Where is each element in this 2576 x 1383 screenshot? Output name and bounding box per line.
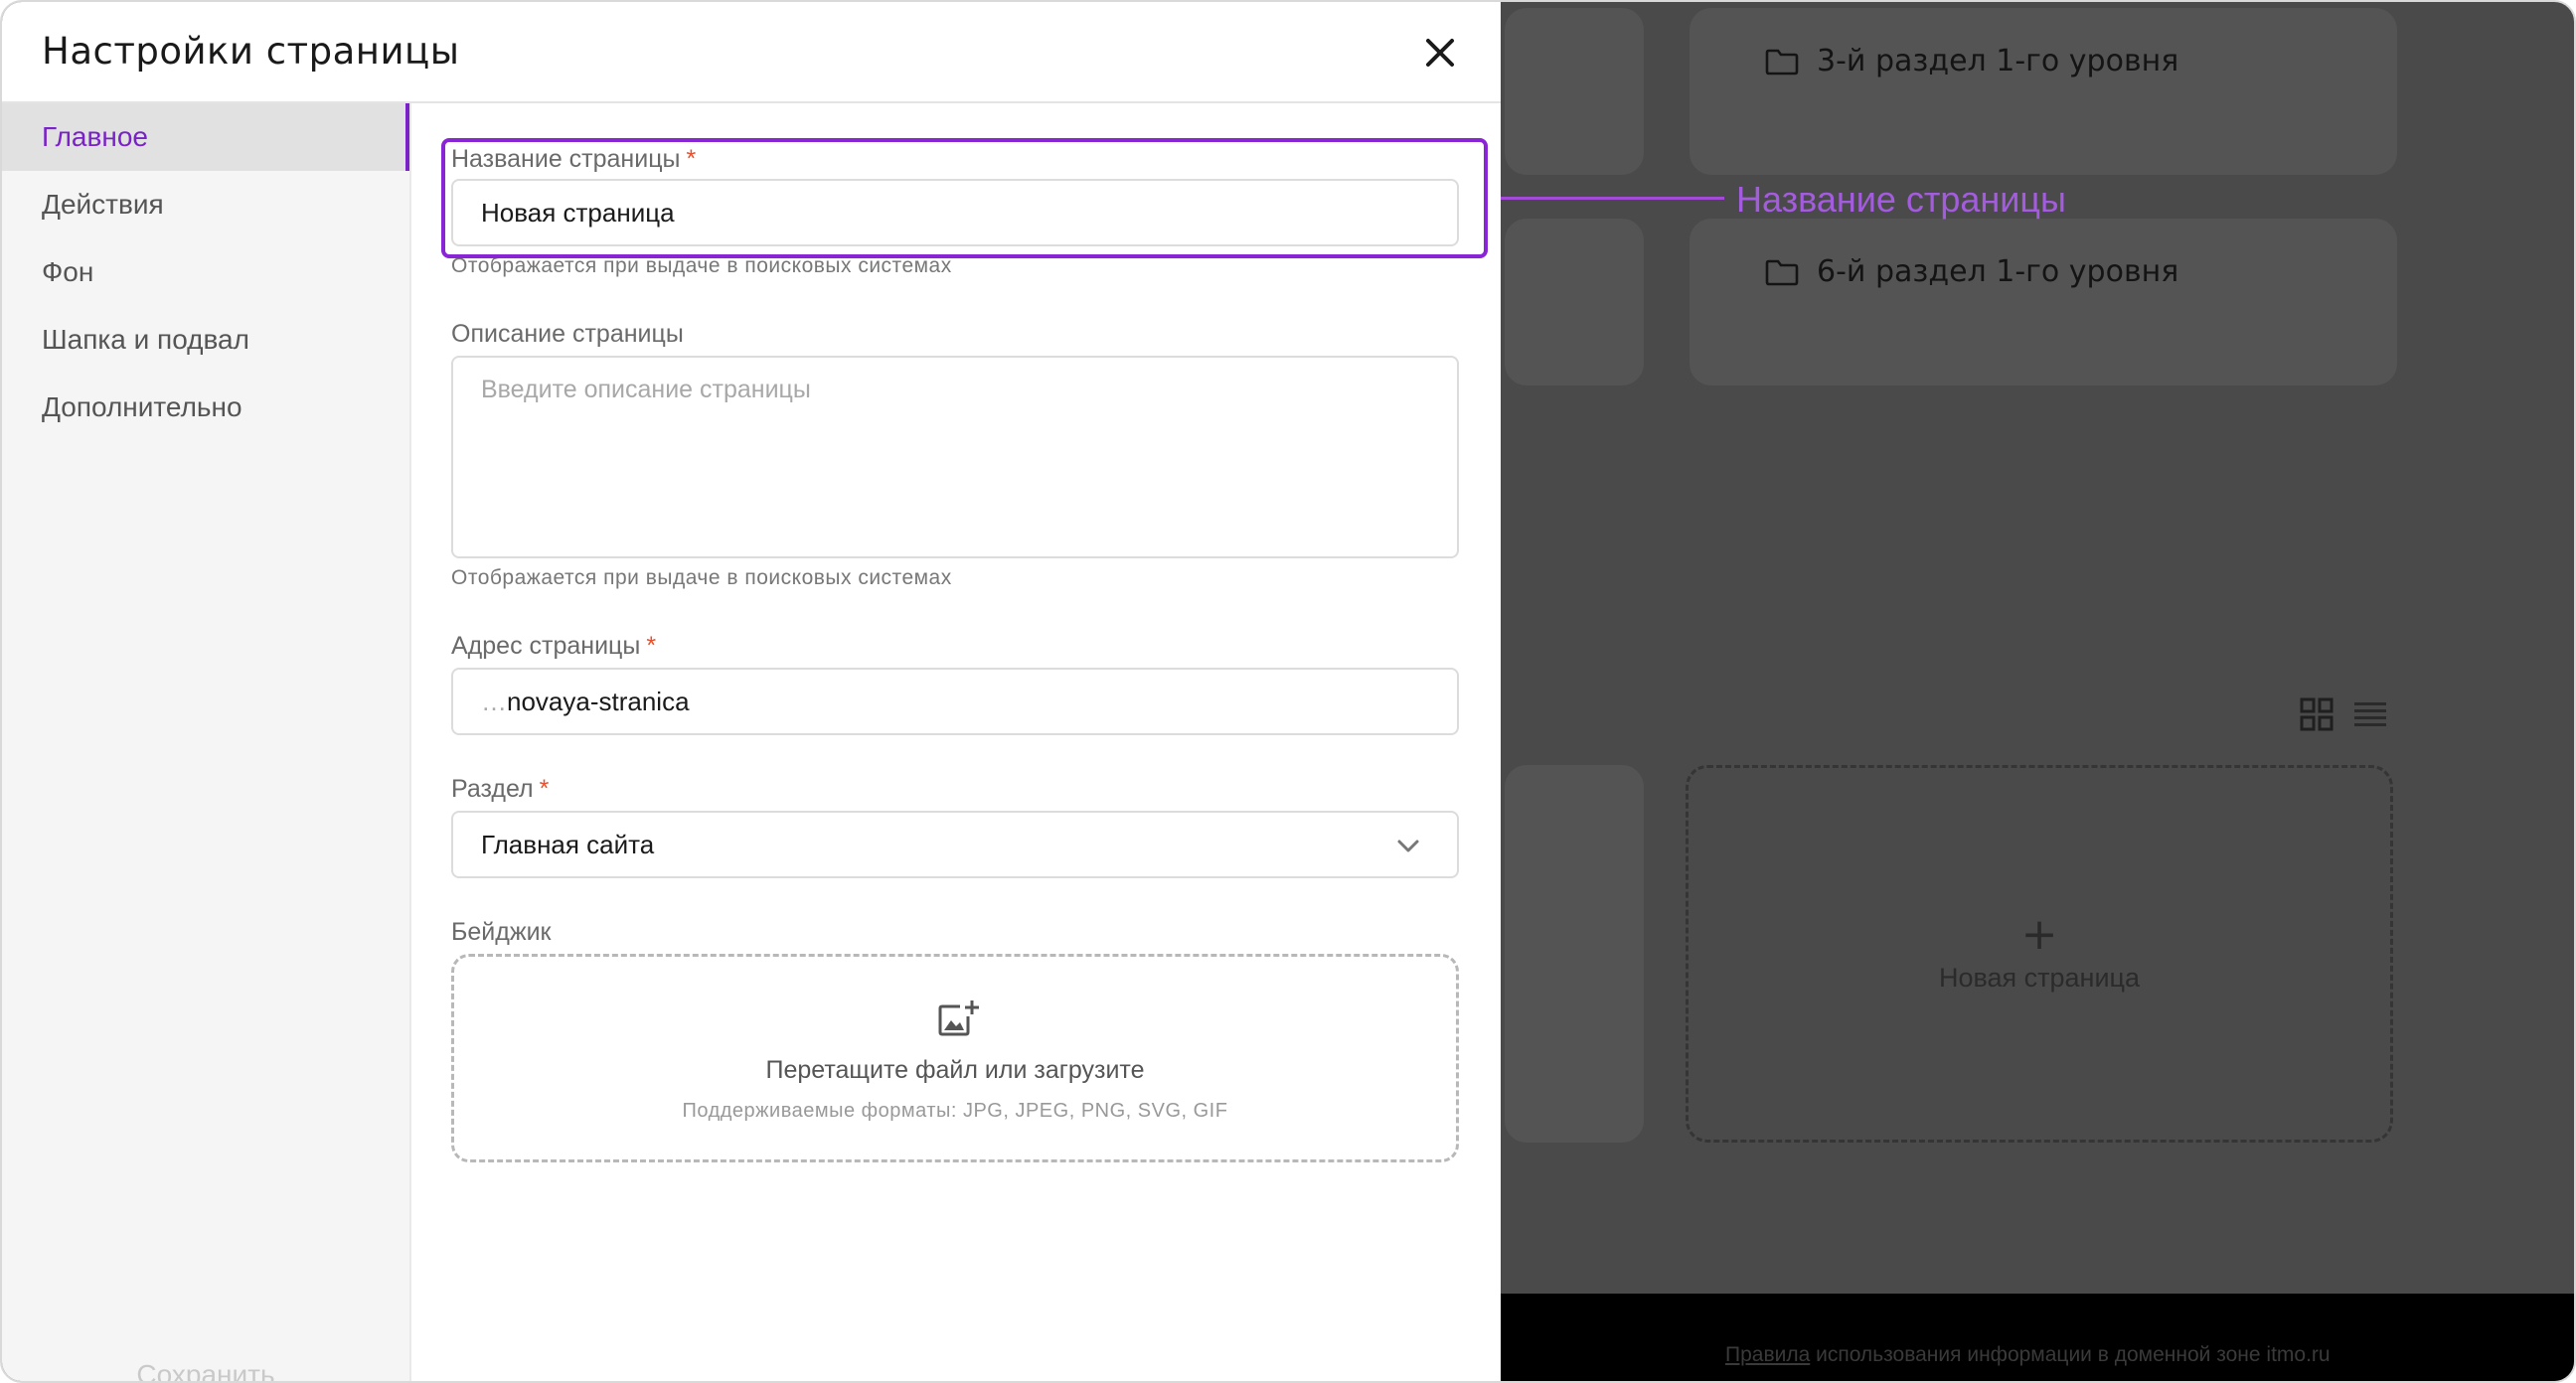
settings-sidebar: Главное Действия Фон Шапка и подвал Допо… (2, 103, 411, 1381)
page-name-input[interactable]: Новая страница (451, 179, 1459, 246)
badge-dropzone[interactable]: Перетащите файл или загрузите Поддержива… (451, 954, 1459, 1162)
nav-item-additional[interactable]: Дополнительно (2, 374, 409, 441)
description-helper: Отображается при выдаче в поисковых сист… (451, 566, 952, 589)
nav-item-background[interactable]: Фон (2, 238, 409, 306)
required-mark: * (646, 632, 657, 660)
address-label: Адрес страницы * (451, 632, 657, 660)
nav-item-main[interactable]: Главное (2, 103, 409, 171)
nav-item-header-footer[interactable]: Шапка и подвал (2, 306, 409, 374)
section-card-title: 3-й раздел 1-го уровня (1817, 44, 2179, 78)
save-button[interactable]: Сохранить (2, 1359, 409, 1381)
page-settings-modal: Настройки страницы Главное Действия Фон … (2, 2, 1501, 1381)
view-switcher (2300, 697, 2387, 731)
address-prefix: … (481, 687, 507, 716)
section-select[interactable]: Главная сайта (451, 811, 1459, 878)
section-card[interactable] (1505, 8, 1644, 175)
folder-icon (1765, 49, 1799, 75)
settings-nav: Главное Действия Фон Шапка и подвал Допо… (2, 103, 409, 441)
description-label: Описание страницы (451, 320, 684, 348)
section-card[interactable]: 3-й раздел 1-го уровня (1690, 8, 2397, 175)
rules-link[interactable]: Правила (1725, 1343, 1810, 1366)
close-button[interactable] (1415, 32, 1465, 76)
page-name-helper: Отображается при выдаче в поисковых сист… (451, 254, 952, 277)
address-input[interactable]: …novaya-stranica (451, 668, 1459, 735)
section-label: Раздел * (451, 775, 550, 803)
app-window: 3-й раздел 1-го уровня 6-й раздел 1-го у… (0, 0, 2576, 1383)
page-name-label: Название страницы * (451, 145, 697, 173)
dropzone-title: Перетащите файл или загрузите (765, 1056, 1145, 1084)
chevron-down-icon (1397, 840, 1419, 852)
modal-header: Настройки страницы (2, 2, 1501, 103)
section-select-value: Главная сайта (481, 830, 655, 859)
required-mark: * (686, 145, 697, 173)
section-card[interactable] (1505, 219, 1644, 385)
page-card[interactable] (1505, 765, 1644, 1143)
add-image-icon (938, 1000, 979, 1036)
dropzone-formats: Поддерживаемые форматы: JPG, JPEG, PNG, … (682, 1100, 1228, 1122)
annotation-label: Название страницы (1736, 179, 2066, 220)
annotation-line (1496, 197, 1724, 200)
settings-content: Название страницы * Новая страница Отобра… (411, 103, 1501, 1381)
required-mark: * (539, 775, 550, 803)
close-icon (1426, 39, 1454, 67)
list-view-icon[interactable] (2353, 697, 2387, 731)
footer-text: Правила использования информации в домен… (1725, 1343, 2331, 1366)
modal-title: Настройки страницы (42, 30, 460, 73)
grid-view-icon[interactable] (2300, 697, 2334, 731)
description-textarea[interactable]: Введите описание страницы (451, 356, 1459, 558)
new-page-label: Новая страница (1938, 963, 2141, 993)
nav-item-actions[interactable]: Действия (2, 171, 409, 238)
folder-icon (1765, 259, 1799, 285)
plus-icon: + (2020, 909, 2058, 960)
address-value: novaya-stranica (507, 687, 690, 716)
section-card-title: 6-й раздел 1-го уровня (1817, 254, 2179, 289)
section-card[interactable]: 6-й раздел 1-го уровня (1690, 219, 2397, 385)
badge-label: Бейджик (451, 918, 552, 946)
new-page-card[interactable]: + Новая страница (1686, 765, 2393, 1143)
